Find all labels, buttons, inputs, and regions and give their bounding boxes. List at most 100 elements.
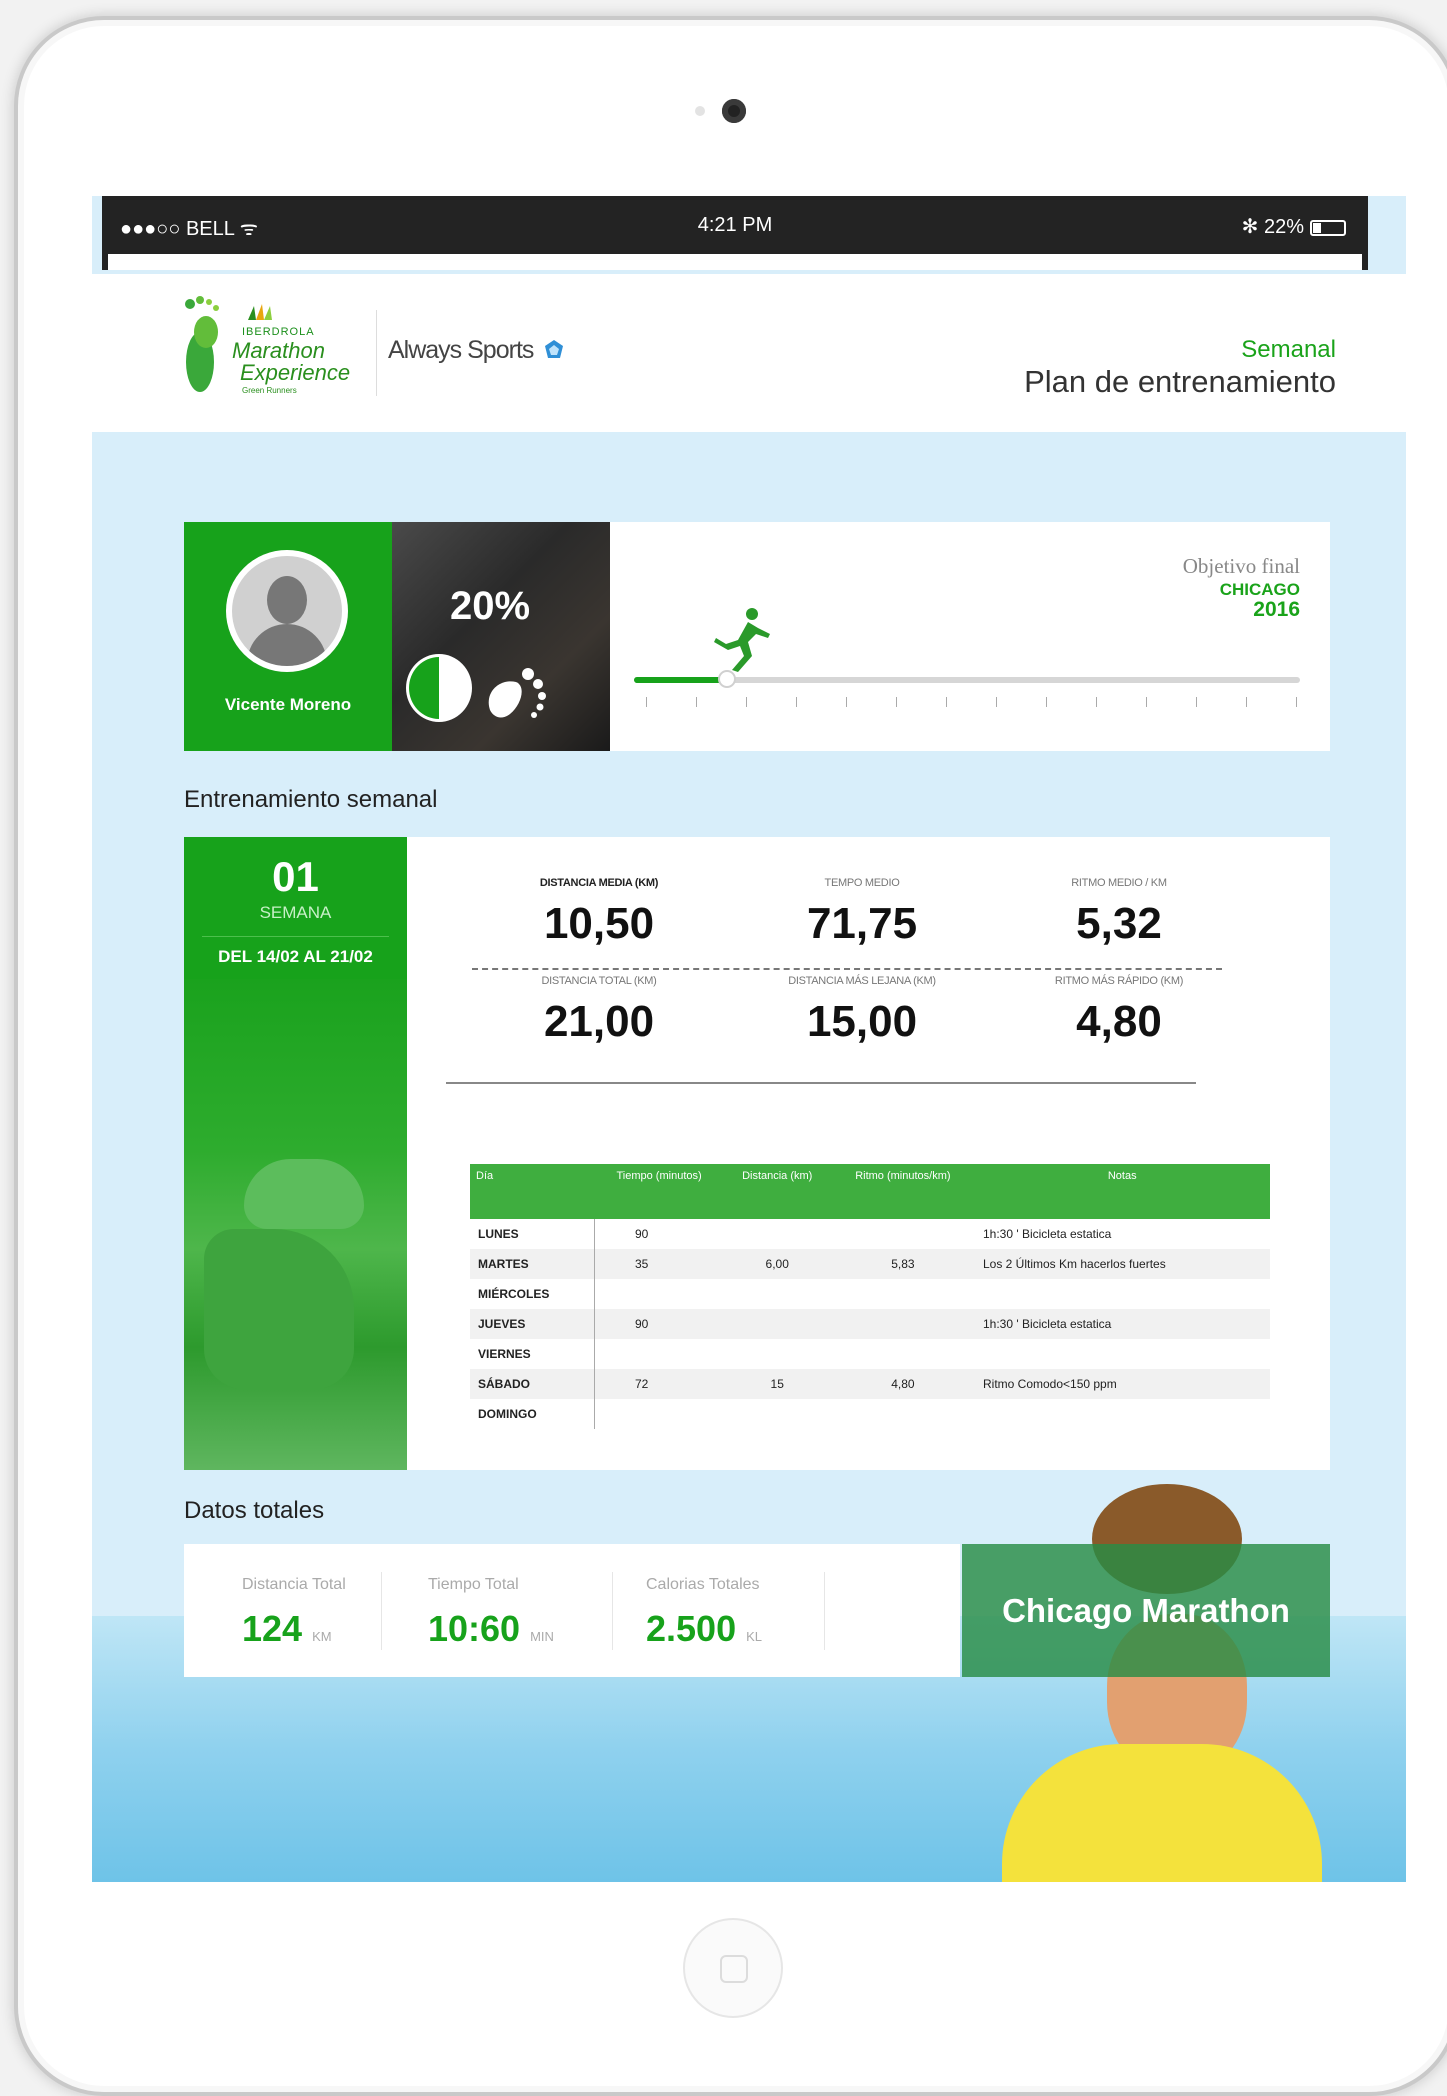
week-label: SEMANA bbox=[259, 903, 332, 922]
table-header: Ritmo (minutos/km) bbox=[830, 1164, 975, 1219]
table-cell bbox=[724, 1219, 831, 1249]
table-row: SÁBADO 72 15 4,80 Ritmo Comodo<150 ppm bbox=[470, 1369, 1270, 1399]
status-time: 4:21 PM bbox=[697, 214, 773, 236]
battery-label: ✻ 22% bbox=[1241, 216, 1304, 238]
objective-label: Objetivo final bbox=[1182, 554, 1300, 578]
table-cell bbox=[830, 1309, 975, 1339]
progress-percent: 20% bbox=[450, 584, 531, 628]
iberdrola-leaf-icon bbox=[248, 304, 272, 320]
table-cell bbox=[831, 1219, 975, 1249]
table-cell bbox=[975, 1279, 1270, 1309]
stat-label: TEMPO MEDIO bbox=[824, 877, 900, 889]
footprint-icon bbox=[488, 668, 546, 718]
total-value: 124 bbox=[242, 1608, 303, 1649]
progress-tick bbox=[846, 697, 847, 707]
brand-line-2: Experience bbox=[240, 360, 351, 385]
marathon-logo[interactable]: IBERDROLA Marathon Experience Green Runn… bbox=[180, 292, 370, 412]
table-cell: Ritmo Comodo<150 ppm bbox=[974, 1369, 1270, 1399]
objective-year: 2016 bbox=[1253, 598, 1300, 621]
runner-icon bbox=[714, 608, 770, 672]
battery-status: ✻ 22% bbox=[1242, 214, 1346, 239]
total-value: 10:60 bbox=[428, 1608, 521, 1649]
table-cell-day: MIÉRCOLES bbox=[470, 1279, 595, 1309]
table-cell: 90 bbox=[594, 1309, 724, 1339]
progress-tick bbox=[1096, 697, 1097, 707]
table-cell bbox=[724, 1339, 831, 1369]
table-cell-day: LUNES bbox=[470, 1219, 595, 1249]
profile-name: Vicente Moreno bbox=[224, 695, 352, 714]
progress-tick bbox=[996, 697, 997, 707]
stat-label: DISTANCIA TOTAL (KM) bbox=[541, 975, 657, 987]
table-cell: Los 2 Últimos Km hacerlos fuertes bbox=[974, 1249, 1270, 1279]
stat-label: RITMO MEDIO / KM bbox=[1071, 877, 1167, 889]
week-range: DEL 14/02 AL 21/02 bbox=[202, 936, 389, 967]
progress-knob[interactable] bbox=[718, 670, 737, 688]
table-header: Tiempo (minutos) bbox=[594, 1164, 724, 1219]
avatar[interactable] bbox=[226, 550, 348, 672]
profile-card: Vicente Moreno 20% Objetivo final CHICAG… bbox=[184, 522, 1330, 751]
progress-slider[interactable] bbox=[634, 670, 1300, 688]
stat-avg-pace: RITMO MEDIO / KM 5,32 bbox=[1004, 877, 1234, 949]
progress-tick bbox=[696, 697, 697, 707]
weekly-card: 01 SEMANA DEL 14/02 AL 21/02 DISTANCIA M… bbox=[184, 837, 1330, 1470]
table-row: JUEVES 90 1h:30 ' Bicicleta estatica bbox=[470, 1309, 1270, 1339]
stat-value: 71,75 bbox=[806, 899, 918, 948]
table-cell: 72 bbox=[594, 1369, 724, 1399]
progress-tick bbox=[1296, 697, 1297, 707]
stat-fastest-pace: RITMO MÁS RÁPIDO (KM) 4,80 bbox=[1004, 975, 1234, 1047]
stat-value: 10,50 bbox=[543, 899, 655, 948]
stat-value: 15,00 bbox=[806, 997, 918, 1046]
table-cell bbox=[975, 1399, 1270, 1429]
app-screen: ●●●○○ BELL ᯤ 4:21 PM ✻ 22% IBERDROLA Mar… bbox=[92, 196, 1406, 1882]
objective-city: CHICAGO bbox=[1219, 580, 1300, 599]
total-label: Calorias Totales bbox=[646, 1576, 760, 1593]
table-cell bbox=[831, 1279, 975, 1309]
totals-divider bbox=[824, 1572, 825, 1650]
partner-logo[interactable]: Always Sports bbox=[388, 336, 565, 365]
table-cell bbox=[724, 1279, 831, 1309]
header-divider bbox=[376, 310, 377, 396]
table-row: DOMINGO bbox=[470, 1399, 1270, 1429]
table-header: Día bbox=[470, 1164, 595, 1219]
total-time: Tiempo Total 10:60 MIN bbox=[428, 1576, 554, 1650]
table-cell: 6,00 bbox=[723, 1249, 831, 1279]
table-cell-day: MARTES bbox=[470, 1249, 595, 1279]
stat-label: DISTANCIA MÁS LEJANA (KM) bbox=[788, 975, 936, 987]
stat-value: 5,32 bbox=[1076, 899, 1162, 948]
brand-iberdrola: IBERDROLA bbox=[242, 326, 315, 338]
partner-star-icon bbox=[545, 340, 564, 358]
stat-total-distance: DISTANCIA TOTAL (KM) 21,00 bbox=[484, 975, 714, 1047]
profile-panel: Vicente Moreno bbox=[184, 522, 392, 751]
home-button[interactable] bbox=[683, 1918, 783, 2018]
table-cell: 5,83 bbox=[830, 1249, 975, 1279]
camera-icon bbox=[722, 99, 746, 123]
progress-tick bbox=[646, 697, 647, 707]
total-calories: Calorias Totales 2.500 KL bbox=[646, 1576, 762, 1650]
totals-divider bbox=[612, 1572, 613, 1650]
table-cell-day: DOMINGO bbox=[470, 1399, 595, 1429]
table-cell bbox=[723, 1309, 831, 1339]
table-cell bbox=[595, 1279, 724, 1309]
table-row: LUNES 90 1h:30 ' Bicicleta estatica bbox=[470, 1219, 1270, 1249]
table-row: MIÉRCOLES bbox=[470, 1279, 1270, 1309]
table-cell bbox=[724, 1399, 831, 1429]
totals-divider bbox=[381, 1572, 382, 1650]
progress-fill bbox=[634, 677, 728, 683]
total-unit: KM bbox=[312, 1629, 332, 1644]
table-cell: 90 bbox=[635, 1227, 649, 1241]
chicago-marathon-banner[interactable]: Chicago Marathon bbox=[962, 1544, 1330, 1677]
table-cell-day: VIERNES bbox=[470, 1339, 595, 1369]
table-cell bbox=[975, 1339, 1270, 1369]
progress-tick bbox=[1196, 697, 1197, 707]
total-unit: MIN bbox=[530, 1629, 554, 1644]
progress-tick bbox=[796, 697, 797, 707]
total-distance: Distancia Total 124 KM bbox=[242, 1576, 346, 1650]
table-header: Distancia (km) bbox=[723, 1164, 831, 1219]
stats-divider bbox=[472, 968, 1222, 970]
progress-tick bbox=[746, 697, 747, 707]
table-row: VIERNES bbox=[470, 1339, 1270, 1369]
progress-tick bbox=[1046, 697, 1047, 707]
table-cell bbox=[595, 1399, 724, 1429]
progress-ticks bbox=[646, 697, 1297, 709]
partner-name: Always Sports bbox=[388, 336, 534, 364]
